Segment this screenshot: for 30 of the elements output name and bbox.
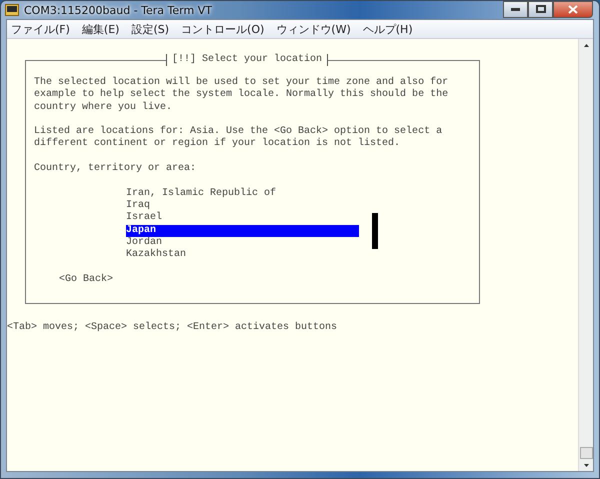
key-hint: <Tab> moves; <Space> selects; <Enter> activates buttons xyxy=(7,322,338,334)
location-option[interactable]: Israel xyxy=(126,212,359,225)
maximize-button[interactable] xyxy=(528,1,553,18)
scrollbar-thumb[interactable] xyxy=(580,447,592,459)
window-title: COM3:115200baud - Tera Term VT xyxy=(24,4,212,16)
menu-item[interactable]: 編集(E) xyxy=(82,22,120,36)
menu-item[interactable]: ファイル(F) xyxy=(11,22,70,36)
menu-item[interactable]: ヘルプ(H) xyxy=(362,22,413,36)
caret-down-icon xyxy=(584,464,588,466)
maximize-icon xyxy=(536,5,546,13)
minimize-button[interactable] xyxy=(503,1,528,18)
menu-item[interactable]: ウィンドウ(W) xyxy=(276,22,351,36)
dialog-text: The selected location will be used to set your time zone and also for example to help select the system locale. Normally this should be the country where you live. xyxy=(34,77,450,114)
menu-item[interactable]: 設定(S) xyxy=(131,22,170,36)
terminal-icon xyxy=(5,4,19,16)
caret-up-icon xyxy=(584,44,588,46)
menu-item[interactable]: コントロール(O) xyxy=(181,22,264,36)
prompt-label: Country, territory or area: xyxy=(34,163,198,176)
scroll-thumb xyxy=(372,212,378,249)
go-back-button[interactable]: <Go Back> xyxy=(59,274,114,286)
minimize-icon xyxy=(511,8,520,10)
location-option[interactable]: Japan xyxy=(126,224,359,237)
location-option[interactable]: Iraq xyxy=(126,200,359,212)
close-button[interactable] xyxy=(553,1,593,18)
close-icon xyxy=(568,4,578,14)
location-option[interactable]: Jordan xyxy=(126,236,359,250)
location-option[interactable]: Iran, Islamic Republic of xyxy=(126,188,359,200)
location-option[interactable]: Kazakhstan xyxy=(126,249,359,262)
dialog-title: [!!] Select your location xyxy=(166,54,328,66)
dialog-text: Listed are locations for: Asia. Use the <Go Back> option to select a different continent or region if your location is not listed. xyxy=(34,126,444,151)
